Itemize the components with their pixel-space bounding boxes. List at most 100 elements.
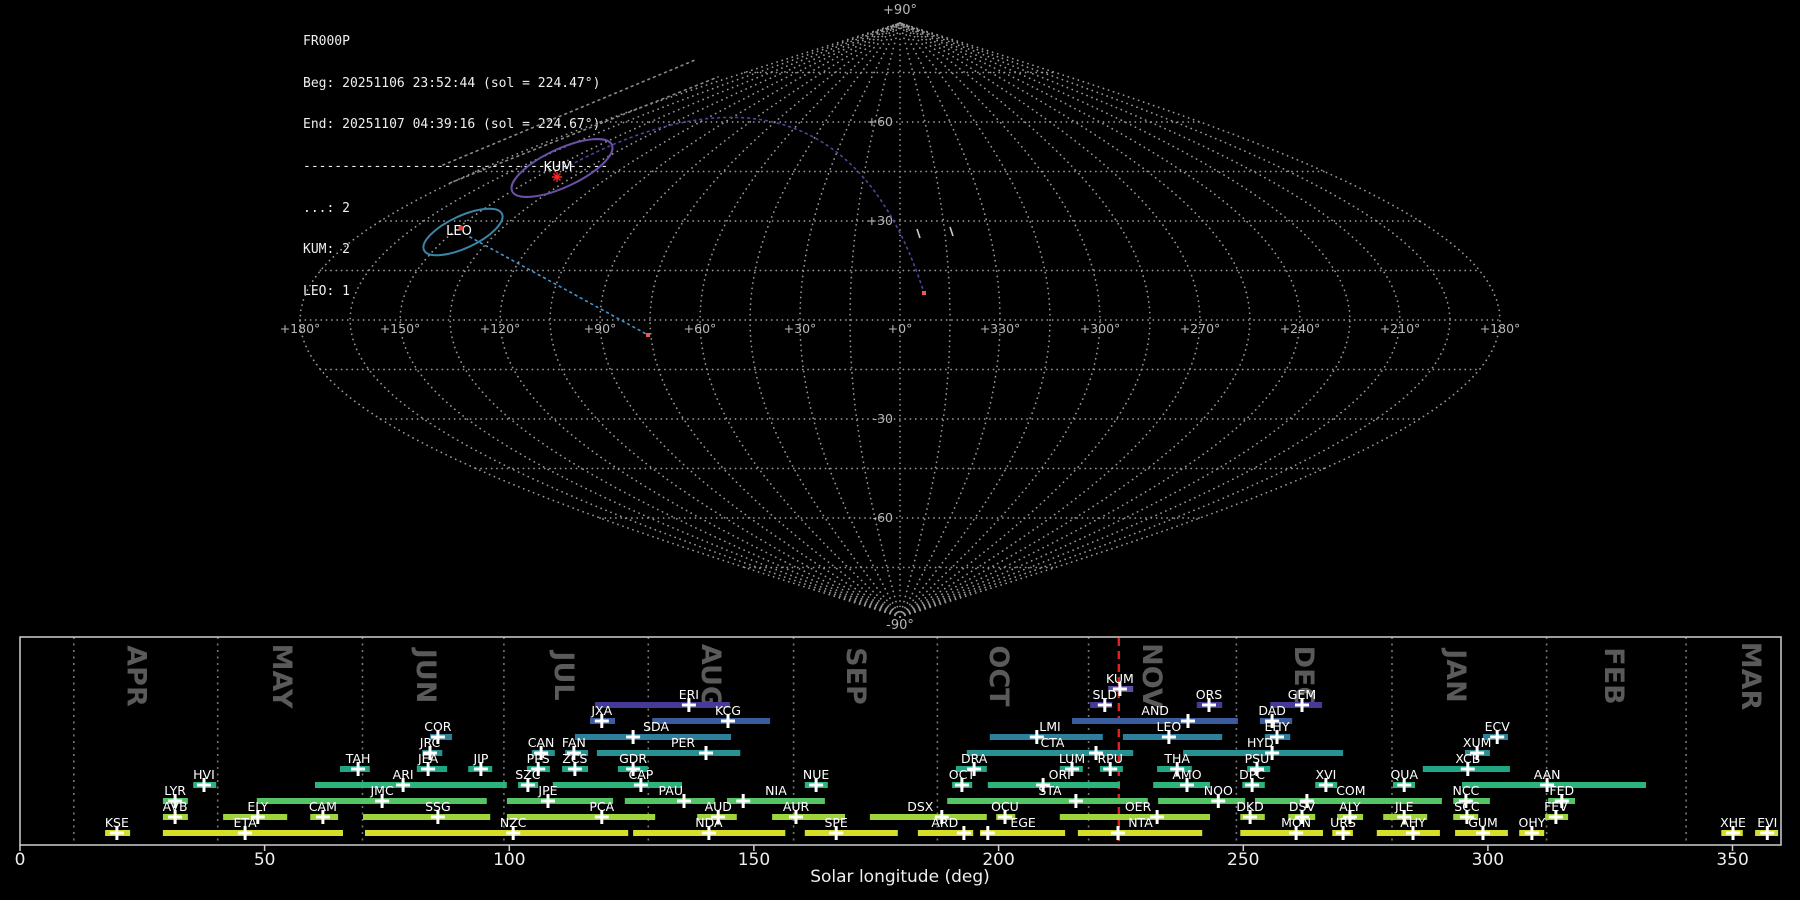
shower-label-ALY: ALY xyxy=(1339,799,1361,814)
month-label-JUN: JUN xyxy=(410,647,441,704)
shower-label-CAM: CAM xyxy=(309,799,337,814)
track-end-marker xyxy=(922,291,926,295)
shower-label-STA: STA xyxy=(1038,783,1062,798)
shower-label-GEM: GEM xyxy=(1288,687,1316,702)
shower-label-LUM: LUM xyxy=(1059,751,1085,766)
month-label-SEP: SEP xyxy=(840,647,871,705)
shower-bar-PCA xyxy=(506,814,656,820)
radiant-marker-dot xyxy=(458,225,464,231)
meteor-track xyxy=(442,59,696,166)
shower-label-SSG: SSG xyxy=(425,799,451,814)
shower-label-AUD: AUD xyxy=(705,799,732,814)
shower-label-ETA: ETA xyxy=(234,815,258,830)
track-end-marker xyxy=(646,333,650,337)
shower-bar-STA xyxy=(947,798,1148,804)
longitude-label: +0° xyxy=(888,321,913,336)
shower-label-XHE: XHE xyxy=(1720,815,1746,830)
shower-label-COR: COR xyxy=(424,719,452,734)
shower-bar-MON xyxy=(1240,830,1323,836)
shower-bar-NTA xyxy=(1077,830,1203,836)
shower-label-QUA: QUA xyxy=(1390,767,1418,782)
shower-label-GDR: GDR xyxy=(619,751,647,766)
shower-label-ZCS: ZCS xyxy=(562,751,587,766)
shower-label-LEO: LEO xyxy=(1157,719,1182,734)
meteor-track xyxy=(449,76,719,184)
longitude-label: +330° xyxy=(980,321,1021,336)
shower-label-EVI: EVI xyxy=(1757,815,1777,830)
shower-label-PPS: PPS xyxy=(527,751,550,766)
shower-label-XVI: XVI xyxy=(1316,767,1337,782)
shower-peak-marker-EGE xyxy=(980,826,995,840)
shower-label-JEA: JEA xyxy=(417,751,439,766)
shower-label-COM: COM xyxy=(1336,783,1365,798)
shower-label-OCU: OCU xyxy=(991,799,1019,814)
shower-label-FED: FED xyxy=(1549,783,1574,798)
shower-label-SDA: SDA xyxy=(643,719,669,734)
shower-bar-NZC xyxy=(365,830,629,836)
radiant-label-KUM: KUM xyxy=(544,160,573,175)
shower-label-LMI: LMI xyxy=(1039,719,1060,734)
month-label-JUL: JUL xyxy=(548,649,579,700)
shower-label-THA: THA xyxy=(1163,751,1190,766)
axis-tick-label: 50 xyxy=(254,850,276,870)
shower-label-AND: AND xyxy=(1141,703,1169,718)
shower-label-NUE: NUE xyxy=(803,767,829,782)
month-label-APR: APR xyxy=(120,645,151,707)
shower-label-ERI: ERI xyxy=(679,687,699,702)
pole-label-south: -90° xyxy=(886,618,914,633)
shower-label-AVB: AVB xyxy=(163,799,188,814)
axis-tick-label: 350 xyxy=(1716,850,1748,870)
shower-bar-DSX xyxy=(869,814,987,820)
shower-bar-SDA xyxy=(574,734,731,740)
shower-label-SLD: SLD xyxy=(1093,687,1118,702)
shower-label-RPU: RPU xyxy=(1097,751,1122,766)
shower-label-MON: MON xyxy=(1281,815,1311,830)
longitude-label: +120° xyxy=(480,321,521,336)
shower-label-AHY: AHY xyxy=(1400,815,1426,830)
shower-bar-AND xyxy=(1072,718,1238,724)
shower-label-SZC: SZC xyxy=(515,767,540,782)
shower-peak-marker-ARD xyxy=(956,826,971,840)
longitude-label: +270° xyxy=(1180,321,1221,336)
radiant-label-LEO: LEO xyxy=(446,224,472,239)
shower-bar-ERI xyxy=(594,702,730,708)
shower-label-DSV: DSV xyxy=(1289,799,1316,814)
shower-label-SCC: SCC xyxy=(1454,799,1480,814)
longitude-label: +30° xyxy=(784,321,817,336)
latitude-label: -30 xyxy=(873,411,893,426)
axis-tick-label: 100 xyxy=(493,850,525,870)
shower-bar-SSG xyxy=(363,814,491,820)
shower-label-ECV: ECV xyxy=(1485,719,1511,734)
shower-label-JRC: JRC xyxy=(419,735,441,750)
shower-label-JXA: JXA xyxy=(590,703,612,718)
radiant-marker-star xyxy=(552,172,562,182)
shower-label-XCB: XCB xyxy=(1455,751,1480,766)
latitude-label: +60 xyxy=(867,114,893,129)
shower-label-EHY: EHY xyxy=(1265,719,1290,734)
shower-label-GUM: GUM xyxy=(1468,815,1498,830)
latitude-label: +30 xyxy=(867,213,893,228)
shower-label-HYD: HYD xyxy=(1247,735,1274,750)
shower-label-NTA: NTA xyxy=(1128,815,1153,830)
month-label-NOV: NOV xyxy=(1136,643,1167,709)
month-label-AUG: AUG xyxy=(695,644,726,708)
shower-label-JIP: JIP xyxy=(472,751,488,766)
shower-label-ORI: ORI xyxy=(1049,767,1071,782)
shower-activity-timeline: APR MAY JUN JUL AUG SEP OCT NOV DEC JAN FEB MARKUMS… xyxy=(15,636,1782,887)
longitude-label: +240° xyxy=(1280,321,1321,336)
grid-meridian xyxy=(899,22,1051,618)
shower-label-CAP: CAP xyxy=(629,767,654,782)
shower-label-NCC: NCC xyxy=(1452,783,1479,798)
shower-bar-PAU xyxy=(624,798,715,804)
longitude-label: +300° xyxy=(1080,321,1121,336)
meteor-mark xyxy=(949,226,954,237)
month-label-JAN: JAN xyxy=(1440,647,1471,703)
shower-label-NOO: NOO xyxy=(1204,783,1233,798)
shower-bar-ETA xyxy=(162,830,343,836)
shower-label-JPE: JPE xyxy=(537,783,557,798)
shower-label-KSE: KSE xyxy=(105,815,129,830)
shower-label-CAN: CAN xyxy=(528,735,555,750)
longitude-label: +180° xyxy=(1480,321,1521,336)
shower-label-PAU: PAU xyxy=(659,783,683,798)
shower-peak-marker-NIA xyxy=(736,794,751,808)
